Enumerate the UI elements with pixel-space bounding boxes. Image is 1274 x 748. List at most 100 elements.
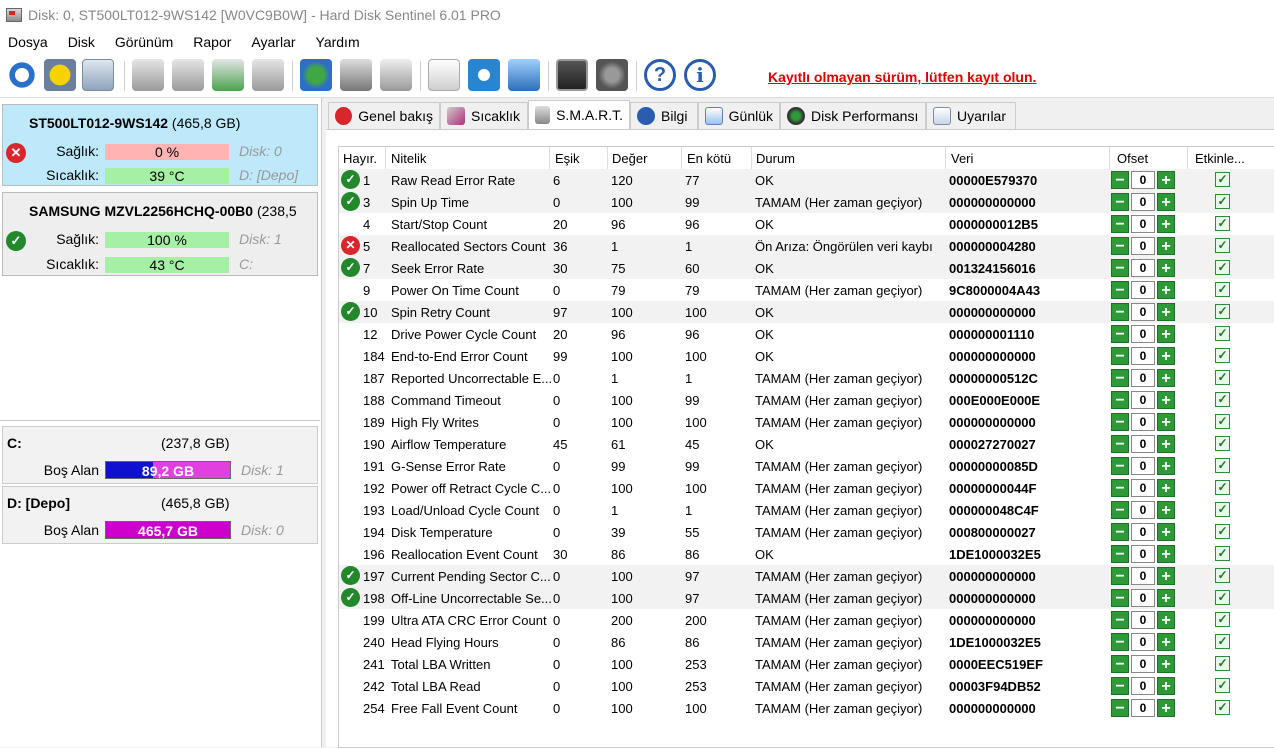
enable-checkbox[interactable]: ✓ <box>1215 326 1230 341</box>
offset-value[interactable]: 0 <box>1131 325 1155 343</box>
enable-checkbox[interactable]: ✓ <box>1215 568 1230 583</box>
tab-performance[interactable]: Disk Performansı <box>780 102 926 130</box>
globe-icon[interactable] <box>300 59 332 91</box>
offset-value[interactable]: 0 <box>1131 479 1155 497</box>
offset-value[interactable]: 0 <box>1131 435 1155 453</box>
table-row[interactable]: 4 Start/Stop Count 20 96 96 OK 0000000012B5 −0 +… <box>339 213 1274 235</box>
disk-test-icon[interactable] <box>132 59 164 91</box>
minus-button[interactable]: − <box>1111 501 1129 519</box>
plus-button[interactable]: + <box>1157 633 1175 651</box>
minus-button[interactable]: − <box>1111 699 1129 717</box>
plus-button[interactable]: + <box>1157 457 1175 475</box>
offset-value[interactable]: 0 <box>1131 633 1155 651</box>
menu-gorunum[interactable]: Görünüm <box>115 34 173 50</box>
offset-value[interactable]: 0 <box>1131 391 1155 409</box>
enable-checkbox[interactable]: ✓ <box>1215 590 1230 605</box>
disk-ok-icon[interactable] <box>212 59 244 91</box>
enable-checkbox[interactable]: ✓ <box>1215 436 1230 451</box>
offset-value[interactable]: 0 <box>1131 171 1155 189</box>
minus-button[interactable]: − <box>1111 171 1129 189</box>
sync-icon[interactable] <box>468 59 500 91</box>
table-row[interactable]: 196 Reallocation Event Count 30 86 86 OK 1DE10… <box>339 543 1274 565</box>
disk-search-icon[interactable] <box>252 59 284 91</box>
table-row[interactable]: 9 Power On Time Count 0 79 79 TAMAM (Her zama… <box>339 279 1274 301</box>
table-row[interactable]: ✓ 3 Spin Up Time 0 100 99 TAMAM (Her zaman geç… <box>339 191 1274 213</box>
minus-button[interactable]: − <box>1111 589 1129 607</box>
table-row[interactable]: ✓ 1 Raw Read Error Rate 6 120 77 OK 00000E57937… <box>339 169 1274 191</box>
minus-button[interactable]: − <box>1111 677 1129 695</box>
table-row[interactable]: 193 Load/Unload Cycle Count 0 1 1 TAMAM (Her … <box>339 499 1274 521</box>
enable-checkbox[interactable]: ✓ <box>1215 414 1230 429</box>
table-row[interactable]: 192 Power off Retract Cycle C... 0 100 100 TA… <box>339 477 1274 499</box>
minus-button[interactable]: − <box>1111 391 1129 409</box>
column-header[interactable]: Nitelik <box>391 151 426 166</box>
enable-checkbox[interactable]: ✓ <box>1215 348 1230 363</box>
volume-card-c[interactable]: C: (237,8 GB) Boş Alan 89,2 GB Disk: 1 <box>2 426 318 484</box>
table-row[interactable]: 199 Ultra ATA CRC Error Count 0 200 200 TAMAM… <box>339 609 1274 631</box>
minus-button[interactable]: − <box>1111 193 1129 211</box>
offset-value[interactable]: 0 <box>1131 347 1155 365</box>
offset-value[interactable]: 0 <box>1131 457 1155 475</box>
plus-button[interactable]: + <box>1157 611 1175 629</box>
offset-value[interactable]: 0 <box>1131 237 1155 255</box>
enable-checkbox[interactable]: ✓ <box>1215 634 1230 649</box>
menu-ayarlar[interactable]: Ayarlar <box>251 34 295 50</box>
tab-smart[interactable]: S.M.A.R.T. <box>528 100 630 130</box>
enable-checkbox[interactable]: ✓ <box>1215 612 1230 627</box>
menu-yardim[interactable]: Yardım <box>316 34 360 50</box>
plus-button[interactable]: + <box>1157 567 1175 585</box>
offset-value[interactable]: 0 <box>1131 259 1155 277</box>
column-header[interactable]: Etkinle... <box>1195 151 1245 166</box>
enable-checkbox[interactable]: ✓ <box>1215 304 1230 319</box>
enable-checkbox[interactable]: ✓ <box>1215 194 1230 209</box>
offset-value[interactable]: 0 <box>1131 281 1155 299</box>
menu-dosya[interactable]: Dosya <box>8 34 48 50</box>
table-row[interactable]: 254 Free Fall Event Count 0 100 100 TAMAM (He… <box>339 697 1274 719</box>
register-link[interactable]: Kayıtlı olmayan sürüm, lütfen kayıt olun… <box>768 69 1036 85</box>
plus-button[interactable]: + <box>1157 171 1175 189</box>
enable-checkbox[interactable]: ✓ <box>1215 546 1230 561</box>
minus-button[interactable]: − <box>1111 545 1129 563</box>
offset-value[interactable]: 0 <box>1131 655 1155 673</box>
minus-button[interactable]: − <box>1111 633 1129 651</box>
plus-button[interactable]: + <box>1157 479 1175 497</box>
column-header[interactable]: Eşik <box>555 151 580 166</box>
offset-value[interactable]: 0 <box>1131 611 1155 629</box>
disk-card-1[interactable]: SAMSUNG MZVL2256HCHQ-00B0 (238,5 ✓ Sağlı… <box>2 192 318 276</box>
plus-button[interactable]: + <box>1157 347 1175 365</box>
offset-value[interactable]: 0 <box>1131 303 1155 321</box>
table-row[interactable]: 194 Disk Temperature 0 39 55 TAMAM (Her zaman… <box>339 521 1274 543</box>
network-icon[interactable] <box>508 59 540 91</box>
tab-temperature[interactable]: Sıcaklık <box>440 102 528 130</box>
table-row[interactable]: 241 Total LBA Written 0 100 253 TAMAM (Her za… <box>339 653 1274 675</box>
minus-button[interactable]: − <box>1111 237 1129 255</box>
plus-button[interactable]: + <box>1157 237 1175 255</box>
minus-button[interactable]: − <box>1111 457 1129 475</box>
enable-checkbox[interactable]: ✓ <box>1215 260 1230 275</box>
offset-value[interactable]: 0 <box>1131 501 1155 519</box>
table-row[interactable]: 191 G-Sense Error Rate 0 99 99 TAMAM (Her zam… <box>339 455 1274 477</box>
plus-button[interactable]: + <box>1157 699 1175 717</box>
table-row[interactable]: 190 Airflow Temperature 45 61 45 OK 0000272700… <box>339 433 1274 455</box>
help-icon[interactable]: ? <box>644 59 676 91</box>
minus-button[interactable]: − <box>1111 259 1129 277</box>
enable-checkbox[interactable]: ✓ <box>1215 656 1230 671</box>
disk-icon[interactable] <box>82 59 114 91</box>
enable-checkbox[interactable]: ✓ <box>1215 238 1230 253</box>
speaker-icon[interactable] <box>596 59 628 91</box>
enable-checkbox[interactable]: ✓ <box>1215 700 1230 715</box>
plus-button[interactable]: + <box>1157 523 1175 541</box>
minus-button[interactable]: − <box>1111 435 1129 453</box>
disk-card-0[interactable]: ST500LT012-9WS142 (465,8 GB) ✕ Sağlık: 0… <box>2 104 318 186</box>
table-row[interactable]: 240 Head Flying Hours 0 86 86 TAMAM (Her zama… <box>339 631 1274 653</box>
minus-button[interactable]: − <box>1111 413 1129 431</box>
disk-surface-icon[interactable] <box>172 59 204 91</box>
offset-value[interactable]: 0 <box>1131 193 1155 211</box>
offset-value[interactable]: 0 <box>1131 567 1155 585</box>
monitor-icon[interactable] <box>556 59 588 91</box>
info-icon[interactable]: i <box>684 59 716 91</box>
table-row[interactable]: 184 End-to-End Error Count 99 100 100 OK 00000… <box>339 345 1274 367</box>
offset-value[interactable]: 0 <box>1131 369 1155 387</box>
column-header[interactable]: En kötü <box>687 151 731 166</box>
column-header[interactable]: Hayır. <box>343 151 377 166</box>
